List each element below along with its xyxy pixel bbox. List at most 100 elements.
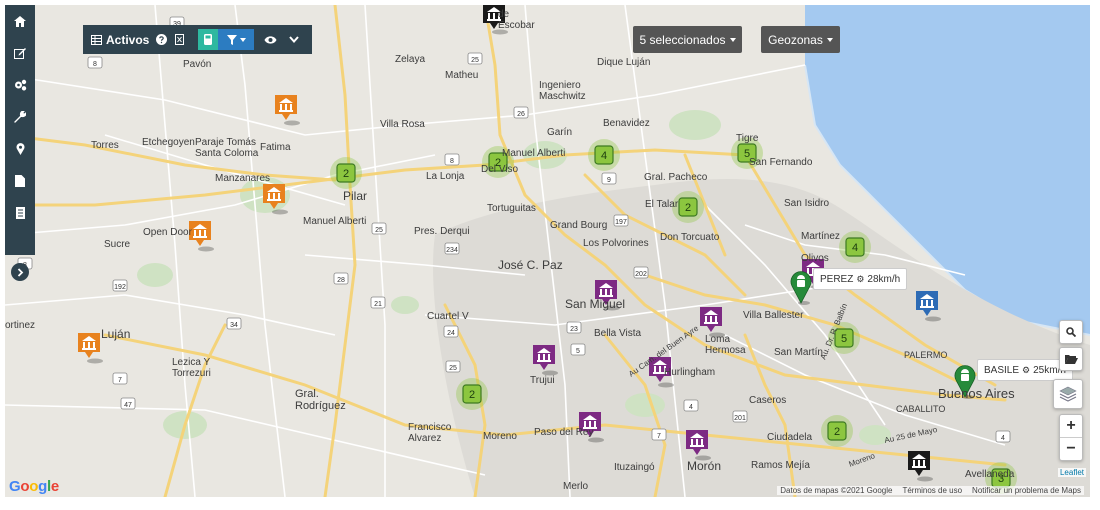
place-label: Pres. Derqui xyxy=(414,226,470,237)
filter-button[interactable] xyxy=(218,29,255,50)
building-marker[interactable] xyxy=(78,333,103,364)
search-icon[interactable] xyxy=(1059,320,1083,344)
place-label: Cuartel V xyxy=(427,311,469,322)
marker-cluster[interactable]: 2 xyxy=(330,157,362,189)
place-label: Hurlingham xyxy=(664,367,715,378)
vehicle-name: BASILE xyxy=(984,364,1020,376)
google-logo: Google xyxy=(9,478,59,495)
eye-icon[interactable] xyxy=(264,35,277,44)
svg-text:4: 4 xyxy=(1001,435,1005,442)
zoom-in-button[interactable]: + xyxy=(1060,415,1082,438)
svg-text:9: 9 xyxy=(607,177,611,184)
svg-text:25: 25 xyxy=(375,227,383,234)
caret-down-icon xyxy=(729,37,736,42)
chevron-down-icon[interactable] xyxy=(289,36,300,43)
map-attribution: Datos de mapas ©2021 Google Términos de … xyxy=(777,486,1084,495)
map-marker-icon[interactable] xyxy=(5,133,35,165)
svg-text:7: 7 xyxy=(657,433,661,440)
park xyxy=(625,393,665,417)
terms-link[interactable]: Términos de uso xyxy=(902,486,962,495)
vehicle-label[interactable]: PEREZ ⚙ 28km/h xyxy=(813,268,908,290)
place-label: Francisco Alvarez xyxy=(408,422,452,444)
map-frame[interactable]: 3982526891972523419228202824342345257212… xyxy=(5,5,1090,497)
export-icon[interactable] xyxy=(175,34,185,45)
caret-down-icon xyxy=(826,37,833,42)
vehicle-speed: 28km/h xyxy=(867,273,901,285)
place-label: PALERMO xyxy=(904,350,947,360)
marker-cluster[interactable]: 4 xyxy=(839,231,871,263)
wrench-icon[interactable] xyxy=(5,101,35,133)
route-shield: 8 xyxy=(87,56,103,69)
svg-text:192: 192 xyxy=(114,284,126,291)
place-label: Villa Ballester xyxy=(743,310,804,321)
route-shield: 34 xyxy=(226,317,242,330)
table-icon[interactable] xyxy=(91,34,102,45)
cogs-icon[interactable] xyxy=(5,69,35,101)
svg-text:21: 21 xyxy=(374,301,382,308)
assets-toolbar: Activos xyxy=(83,25,312,54)
folder-open-icon[interactable] xyxy=(1059,347,1083,371)
svg-text:25: 25 xyxy=(449,365,457,372)
place-label: Manuel Alberti xyxy=(303,216,366,227)
place-label: Ciudadela xyxy=(767,432,812,443)
svg-text:28: 28 xyxy=(337,277,345,284)
caret-down-icon xyxy=(239,37,246,42)
building-marker[interactable] xyxy=(189,221,214,252)
selected-label: 5 seleccionados xyxy=(639,32,726,47)
place-label: José C. Paz xyxy=(498,258,563,272)
route-shield: 28 xyxy=(333,272,349,285)
place-label: Los Polvorines xyxy=(583,238,649,249)
place-label: San Isidro xyxy=(784,198,829,209)
marker-cluster[interactable]: 2 xyxy=(456,378,488,410)
zoom-control: + − xyxy=(1059,414,1083,461)
svg-text:26: 26 xyxy=(517,111,525,118)
layers-icon[interactable] xyxy=(1053,379,1083,409)
marker-cluster[interactable]: 2 xyxy=(821,415,853,447)
marker-cluster[interactable]: 4 xyxy=(588,139,620,171)
route-shield: 4 xyxy=(683,399,699,412)
geozones-dropdown[interactable]: Geozonas xyxy=(761,26,840,53)
android-icon xyxy=(961,369,969,381)
park xyxy=(669,110,721,140)
home-icon[interactable] xyxy=(5,5,35,37)
route-shield: 25 xyxy=(371,222,387,235)
svg-text:23: 23 xyxy=(570,326,578,333)
selected-assets-dropdown[interactable]: 5 seleccionados xyxy=(633,26,742,53)
place-label: Merlo xyxy=(563,481,588,492)
report-problem-link[interactable]: Notificar un problema de Maps xyxy=(972,486,1081,495)
route-shield: 25 xyxy=(467,52,483,65)
place-label: Dique Luján xyxy=(597,57,650,68)
file-icon[interactable] xyxy=(5,165,35,197)
place-label: Grand Bourg xyxy=(550,220,607,231)
place-label: Fatima xyxy=(260,142,291,153)
leaflet-link[interactable]: Leaflet xyxy=(1057,468,1086,477)
svg-text:201: 201 xyxy=(734,415,746,422)
filter-group xyxy=(198,29,255,50)
place-label: Del Viso xyxy=(481,164,518,175)
report-icon[interactable] xyxy=(5,197,35,229)
svg-text:25: 25 xyxy=(471,57,479,64)
route-shield: 23 xyxy=(566,321,582,334)
route-shield: 8 xyxy=(444,153,460,166)
vehicle-icon[interactable] xyxy=(198,29,219,50)
chevron-right-icon[interactable] xyxy=(11,263,29,281)
place-label: Moreno xyxy=(483,431,517,442)
route-shield: 47 xyxy=(120,397,136,410)
zoom-out-button[interactable]: − xyxy=(1060,438,1082,460)
route-shield: 25 xyxy=(445,360,461,373)
place-label: Sucre xyxy=(104,239,131,250)
route-shield: 9 xyxy=(601,172,617,185)
svg-text:5: 5 xyxy=(841,333,847,345)
route-shield: 192 xyxy=(112,279,128,292)
svg-text:4: 4 xyxy=(689,404,693,411)
map-canvas[interactable]: 3982526891972523419228202824342345257212… xyxy=(5,5,1090,497)
place-label: San Fernando xyxy=(749,157,813,168)
edit-icon[interactable] xyxy=(5,37,35,69)
place-label: San Miguel xyxy=(565,297,625,311)
building-marker[interactable] xyxy=(275,95,300,126)
place-label: Buenos Aires xyxy=(938,386,1015,401)
place-label: Trujui xyxy=(530,375,555,386)
svg-text:5: 5 xyxy=(576,348,580,355)
left-sidebar xyxy=(5,5,35,255)
help-icon[interactable] xyxy=(156,34,168,45)
